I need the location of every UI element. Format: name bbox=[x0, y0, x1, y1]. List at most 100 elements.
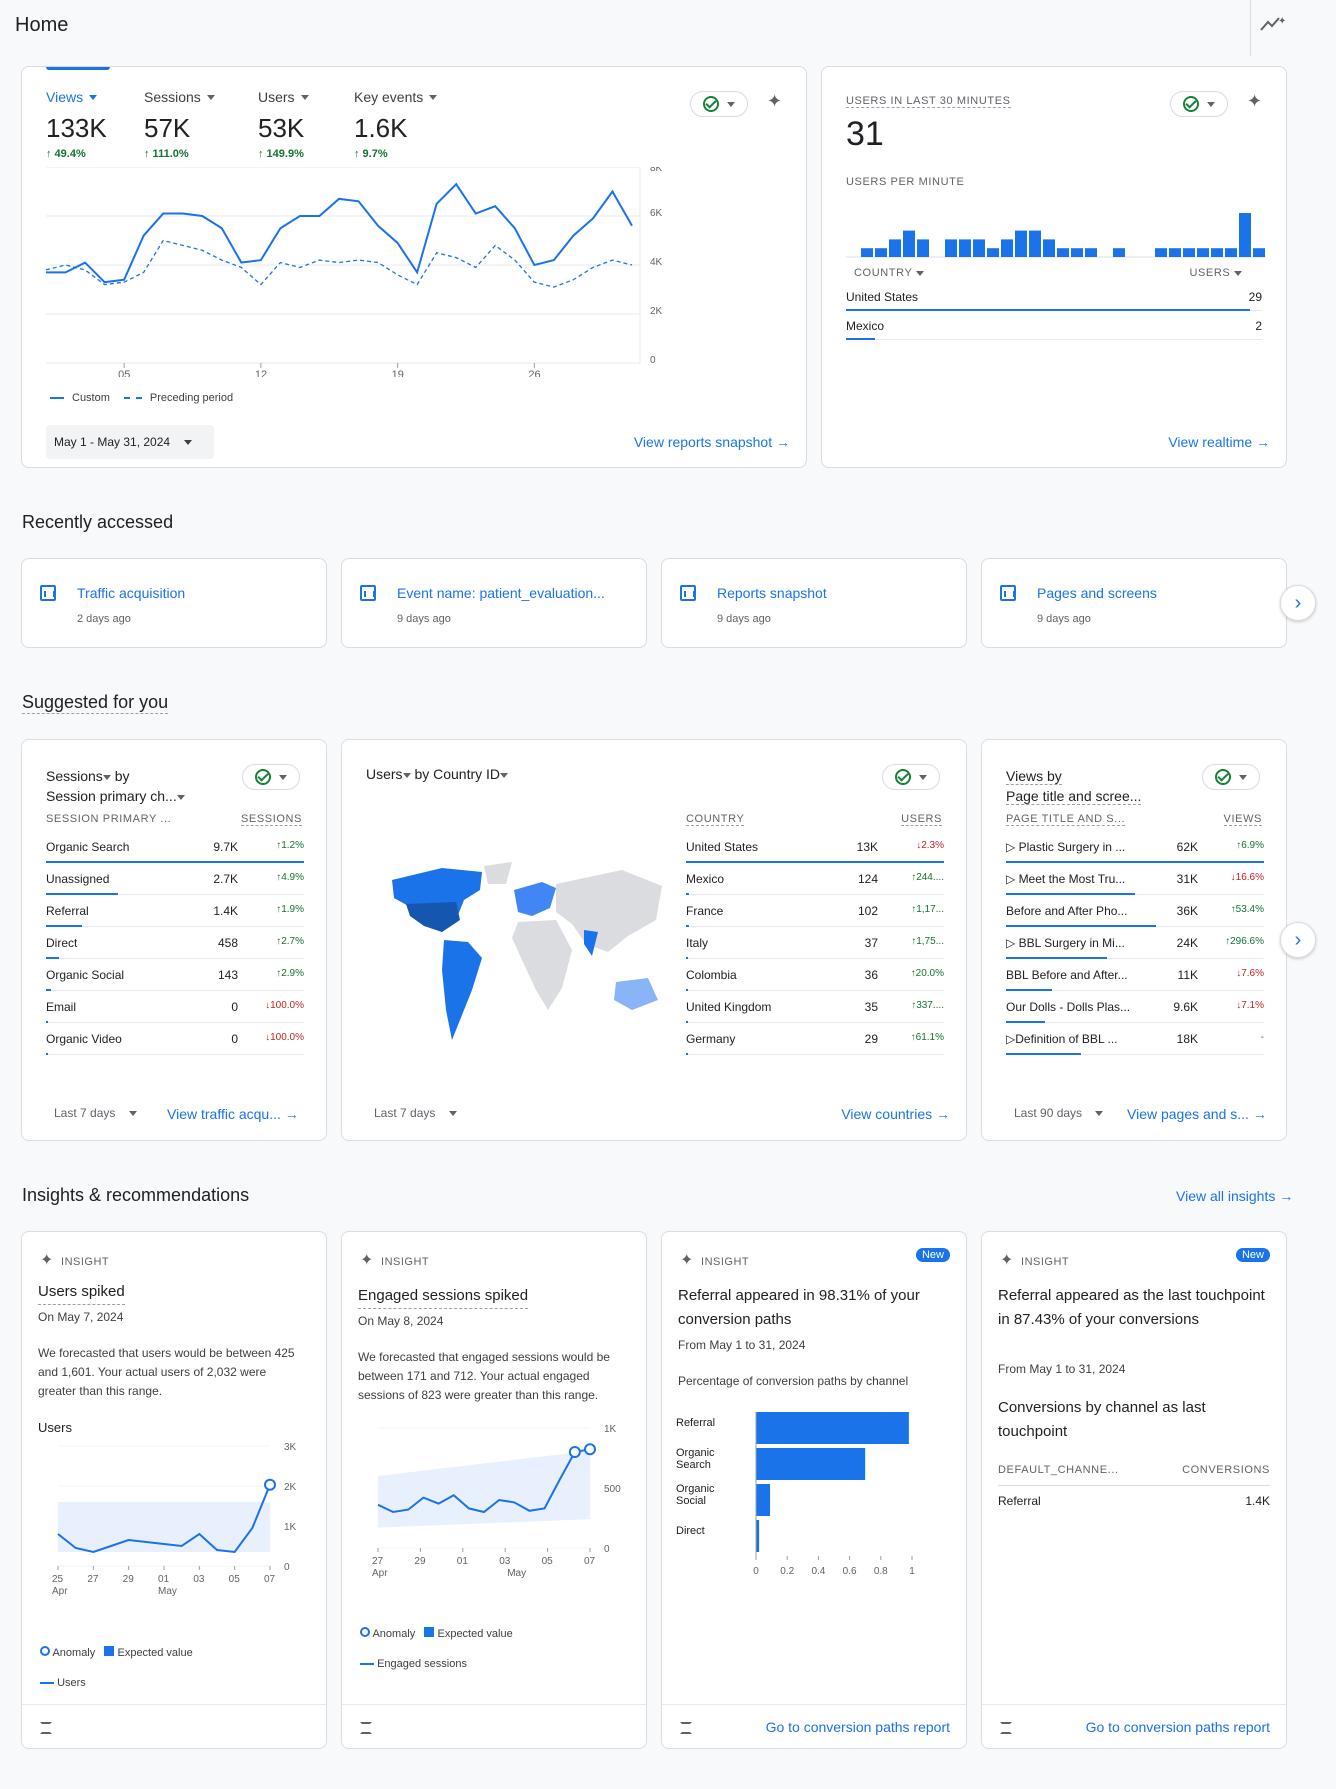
minute-bar[interactable] bbox=[1197, 248, 1209, 257]
row-delta: ↑6.9% bbox=[1236, 840, 1264, 851]
card-footer: Go to conversion paths report bbox=[982, 1704, 1286, 1748]
expand-icon[interactable] bbox=[1000, 1722, 1012, 1734]
row-name: Mexico bbox=[686, 872, 725, 886]
minute-bar[interactable] bbox=[973, 239, 985, 257]
go-to-conversion-paths-link[interactable]: Go to conversion paths report bbox=[766, 1719, 950, 1735]
suggested-next-button[interactable]: › bbox=[1280, 922, 1316, 958]
table-row[interactable]: Email 0 ↓100.0% bbox=[46, 991, 304, 1023]
minute-bar[interactable] bbox=[1085, 248, 1097, 257]
view-all-insights-link[interactable]: View all insights → bbox=[1176, 1188, 1293, 1204]
recent-next-button[interactable]: › bbox=[1280, 585, 1316, 621]
bar[interactable] bbox=[756, 1412, 909, 1444]
view-reports-snapshot-link[interactable]: View reports snapshot → bbox=[634, 434, 790, 450]
chevron-down-icon[interactable] bbox=[402, 772, 411, 778]
status-selector[interactable] bbox=[1170, 91, 1228, 117]
table-row[interactable]: Mexico 124 ↑244.... bbox=[686, 863, 944, 895]
minute-bar[interactable] bbox=[959, 239, 971, 257]
bar[interactable] bbox=[756, 1484, 771, 1516]
expand-icon[interactable] bbox=[360, 1722, 372, 1734]
minute-bar[interactable] bbox=[1057, 248, 1069, 257]
date-range-selector[interactable]: May 1 - May 31, 2024 bbox=[46, 425, 214, 459]
recent-card[interactable]: Reports snapshot 9 days ago bbox=[661, 558, 967, 648]
minute-bar[interactable] bbox=[1169, 248, 1181, 257]
minute-bar[interactable] bbox=[1015, 230, 1027, 257]
view-pages-link[interactable]: View pages and s... → bbox=[1127, 1106, 1267, 1122]
table-row[interactable]: ▷ Meet the Most Tru... 31K ↓16.6% bbox=[1006, 863, 1264, 895]
table-row: United States 29 bbox=[846, 282, 1262, 311]
recent-card[interactable]: Pages and screens 9 days ago bbox=[981, 558, 1287, 648]
metric-tab-3[interactable]: Key events 1.6K ↑ 9.7% bbox=[354, 89, 454, 160]
table-row[interactable]: ▷Definition of BBL ... 18K - bbox=[1006, 1023, 1264, 1055]
table-row[interactable]: United States 13K ↓2.3% bbox=[686, 831, 944, 863]
recent-card[interactable]: Traffic acquisition 2 days ago bbox=[21, 558, 327, 648]
anomaly-point[interactable] bbox=[568, 1446, 581, 1458]
sparkle-icon[interactable]: ✦ bbox=[767, 91, 782, 112]
minute-bar[interactable] bbox=[889, 239, 901, 257]
minute-bar[interactable] bbox=[903, 230, 915, 257]
table-row[interactable]: Direct 458 ↑2.7% bbox=[46, 927, 304, 959]
expand-icon[interactable] bbox=[680, 1722, 692, 1734]
minute-bar[interactable] bbox=[1183, 248, 1195, 257]
chevron-down-icon[interactable] bbox=[102, 774, 111, 780]
minute-bar[interactable] bbox=[1239, 213, 1251, 257]
minute-bar[interactable] bbox=[945, 239, 957, 257]
range-selector[interactable]: Last 7 days bbox=[374, 1106, 457, 1120]
table-row[interactable]: United Kingdom 35 ↑337.... bbox=[686, 991, 944, 1023]
table-row[interactable]: ▷ BBL Surgery in Mi... 24K ↑296.6% bbox=[1006, 927, 1264, 959]
table-row[interactable]: Italy 37 ↑1,75... bbox=[686, 927, 944, 959]
status-selector[interactable] bbox=[882, 764, 940, 790]
table-row[interactable]: BBL Before and After... 11K ↓7.6% bbox=[1006, 959, 1264, 991]
minute-bar[interactable] bbox=[1225, 248, 1237, 257]
status-selector[interactable] bbox=[690, 91, 748, 117]
col-country-header[interactable]: COUNTRY bbox=[854, 267, 924, 279]
minute-bar[interactable] bbox=[1029, 230, 1041, 257]
expand-icon[interactable] bbox=[40, 1722, 52, 1734]
view-countries-link[interactable]: View countries → bbox=[841, 1106, 950, 1122]
minute-bar[interactable] bbox=[917, 239, 929, 257]
minute-bar[interactable] bbox=[1155, 248, 1167, 257]
table-row[interactable]: Organic Search 9.7K ↑1.2% bbox=[46, 831, 304, 863]
table-row[interactable]: ▷ Plastic Surgery in ... 62K ↑6.9% bbox=[1006, 831, 1264, 863]
metric-tab-2[interactable]: Users 53K ↑ 149.9% bbox=[258, 89, 358, 160]
bar[interactable] bbox=[756, 1448, 866, 1480]
minute-bar[interactable] bbox=[875, 248, 887, 257]
minute-bar[interactable] bbox=[1211, 248, 1223, 257]
sparkle-icon[interactable]: ✦ bbox=[1247, 91, 1262, 112]
minute-bar[interactable] bbox=[1043, 239, 1055, 257]
recent-card[interactable]: Event name: patient_evaluation... 9 days … bbox=[341, 558, 647, 648]
minute-bar[interactable] bbox=[1253, 248, 1265, 257]
status-selector[interactable] bbox=[1202, 764, 1260, 790]
insights-icon[interactable]: ✦ bbox=[1258, 12, 1288, 38]
go-to-conversion-paths-link[interactable]: Go to conversion paths report bbox=[1086, 1719, 1270, 1735]
view-realtime-link[interactable]: View realtime → bbox=[1168, 434, 1270, 450]
page-title: Home bbox=[15, 14, 69, 36]
table-row[interactable]: Colombia 36 ↑20.0% bbox=[686, 959, 944, 991]
table-row[interactable]: Germany 29 ↑61.1% bbox=[686, 1023, 944, 1055]
metric-tab-1[interactable]: Sessions 57K ↑ 111.0% bbox=[144, 89, 244, 160]
minute-bar[interactable] bbox=[987, 248, 999, 257]
table-row[interactable]: Before and After Pho... 36K ↑53.4% bbox=[1006, 895, 1264, 927]
metric-tab-0[interactable]: Views 133K ↑ 49.4% bbox=[46, 89, 146, 160]
table-row[interactable]: France 102 ↑1,17... bbox=[686, 895, 944, 927]
view-traffic-acquisition-link[interactable]: View traffic acqu... → bbox=[167, 1106, 299, 1122]
category-label: Organic bbox=[676, 1483, 715, 1495]
minute-bar[interactable] bbox=[861, 248, 873, 257]
range-selector[interactable]: Last 7 days bbox=[54, 1106, 137, 1120]
anomaly-point[interactable] bbox=[584, 1443, 596, 1456]
anomaly-point[interactable] bbox=[264, 1478, 276, 1491]
minute-bar[interactable] bbox=[1113, 248, 1125, 257]
insight-card-conversion-paths: ✦ INSIGHT New Referral appeared in 98.31… bbox=[661, 1231, 967, 1749]
range-selector[interactable]: Last 90 days bbox=[1014, 1106, 1104, 1120]
status-selector[interactable] bbox=[242, 764, 300, 790]
row-delta: ↓7.6% bbox=[1236, 968, 1264, 979]
table-row[interactable]: Unassigned 2.7K ↑4.9% bbox=[46, 863, 304, 895]
table-row[interactable]: Organic Video 0 ↓100.0% bbox=[46, 1023, 304, 1055]
minute-bar[interactable] bbox=[1071, 248, 1083, 257]
table-row[interactable]: Organic Social 143 ↑2.9% bbox=[46, 959, 304, 991]
chevron-down-icon[interactable] bbox=[500, 772, 509, 778]
minute-bar[interactable] bbox=[1001, 239, 1013, 257]
chevron-down-icon[interactable] bbox=[176, 794, 185, 800]
table-row[interactable]: Our Dolls - Dolls Plas... 9.6K ↓7.1% bbox=[1006, 991, 1264, 1023]
table-row[interactable]: Referral 1.4K ↑1.9% bbox=[46, 895, 304, 927]
col-users-header[interactable]: USERS bbox=[1189, 267, 1242, 279]
